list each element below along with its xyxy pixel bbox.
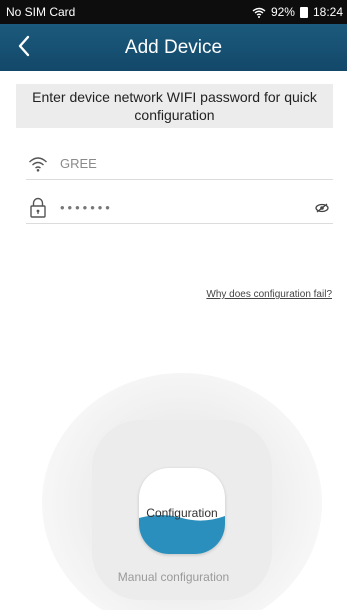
instruction-text: Enter device network WIFI password for q… — [32, 89, 317, 123]
status-bar: No SIM Card 92% 18:24 — [0, 0, 347, 24]
configuration-button-label: Configuration — [146, 506, 218, 520]
wifi-ssid-input[interactable] — [60, 151, 333, 176]
wifi-status-icon — [252, 7, 266, 18]
manual-configuration-link[interactable]: Manual configuration — [0, 570, 347, 584]
eye-icon[interactable] — [313, 199, 331, 217]
carrier-label: No SIM Card — [6, 5, 76, 19]
wifi-password-input[interactable] — [60, 195, 313, 220]
status-right: 92% 18:24 — [252, 5, 343, 19]
configuration-button[interactable]: Configuration — [139, 468, 225, 554]
page-title: Add Device — [124, 36, 223, 58]
battery-percent: 92% — [270, 5, 295, 19]
instruction-banner: Enter device network WIFI password for q… — [16, 84, 333, 128]
wifi-password-field — [26, 192, 333, 224]
wifi-ssid-field — [26, 148, 333, 180]
wifi-icon — [26, 152, 50, 176]
clock: 18:24 — [312, 5, 343, 19]
lock-icon — [26, 196, 50, 220]
battery-icon — [299, 6, 308, 18]
config-help-link[interactable]: Why does configuration fail? — [206, 289, 332, 300]
chevron-left-icon — [17, 35, 31, 62]
header-bar: Add Device — [0, 24, 347, 71]
back-button[interactable] — [6, 30, 42, 66]
